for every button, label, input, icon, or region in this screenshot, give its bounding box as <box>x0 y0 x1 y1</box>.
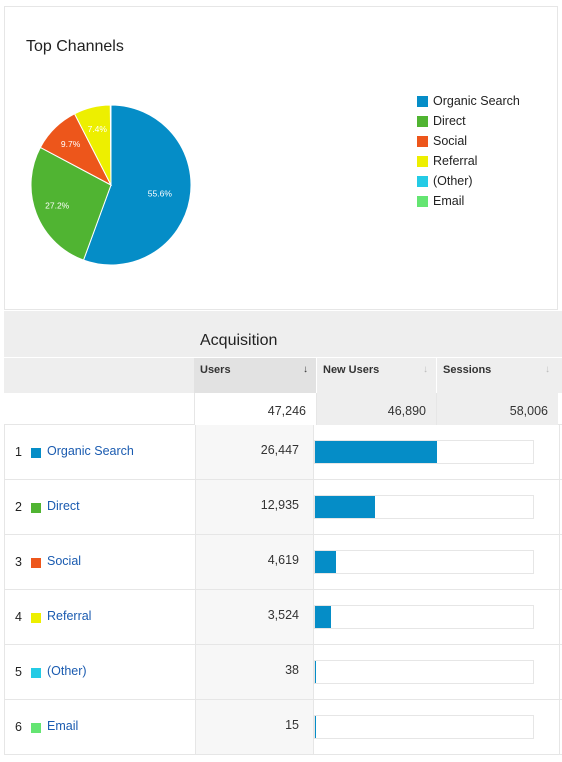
legend-item[interactable]: Email <box>417 191 520 211</box>
pie-data-label: 27.2% <box>45 201 70 211</box>
acquisition-table: Acquisition Users ↓ New Users ↓ Sessions… <box>4 311 562 755</box>
legend-item[interactable]: (Other) <box>417 171 520 191</box>
users-value: 38 <box>285 663 299 677</box>
users-bar-track <box>314 715 534 739</box>
row-divider <box>559 535 560 589</box>
legend-label: Social <box>433 134 468 148</box>
channel-link[interactable]: (Other) <box>47 664 87 678</box>
pie-data-label: 7.4% <box>88 124 108 134</box>
channel-color-swatch <box>31 558 41 568</box>
users-cell: 3,524 <box>195 590 314 644</box>
legend-item[interactable]: Organic Search <box>417 91 520 111</box>
legend-label: Organic Search <box>433 94 520 108</box>
total-new-users: 46,890 <box>316 393 436 425</box>
legend-swatch <box>417 95 428 107</box>
table-row: 5 (Other) 38 <box>4 645 562 700</box>
row-divider <box>559 700 560 754</box>
row-divider <box>559 590 560 644</box>
users-bar <box>315 551 337 573</box>
column-header-users[interactable]: Users ↓ <box>194 358 316 394</box>
total-users: 47,246 <box>194 393 316 425</box>
column-header-new-users[interactable]: New Users ↓ <box>316 358 436 394</box>
legend-label: Direct <box>433 114 466 128</box>
total-sessions: 58,006 <box>436 393 558 425</box>
column-header-sessions[interactable]: Sessions ↓ <box>436 358 558 394</box>
card-title: Top Channels <box>26 38 124 55</box>
channel-link[interactable]: Direct <box>47 499 80 513</box>
row-divider <box>559 645 560 699</box>
channel-link[interactable]: Email <box>47 719 78 733</box>
legend-swatch <box>417 135 428 147</box>
pie-data-label: 55.6% <box>148 189 173 199</box>
legend-swatch <box>417 115 428 127</box>
acquisition-header: Acquisition <box>200 332 278 349</box>
users-bar-track <box>314 605 534 629</box>
legend-swatch <box>417 175 428 187</box>
users-cell: 15 <box>195 700 314 754</box>
channel-link[interactable]: Referral <box>47 609 91 623</box>
channel-link[interactable]: Organic Search <box>47 444 134 458</box>
table-row: 1 Organic Search 26,447 <box>4 425 562 480</box>
legend-label: (Other) <box>433 174 473 188</box>
users-cell: 26,447 <box>195 425 314 479</box>
channel-color-swatch <box>31 503 41 513</box>
table-row: 3 Social 4,619 <box>4 535 562 590</box>
channel-color-swatch <box>31 613 41 623</box>
top-channels-card: Top Channels 55.6% 27.2% 9.7% 7.4% Organic … <box>4 6 558 310</box>
legend-swatch <box>417 195 428 207</box>
users-bar <box>315 606 332 628</box>
pie-legend: Organic Search Direct Social Referral (Other… <box>417 91 520 211</box>
users-cell: 4,619 <box>195 535 314 589</box>
users-bar <box>315 716 316 738</box>
table-row: 2 Direct 12,935 <box>4 480 562 535</box>
column-headers: Users ↓ New Users ↓ Sessions ↓ <box>4 357 562 394</box>
table-row: 6 Email 15 <box>4 700 562 755</box>
pie-chart: 55.6% 27.2% 9.7% 7.4% <box>30 104 192 266</box>
users-value: 3,524 <box>267 608 299 622</box>
totals-row: 47,246 46,890 58,006 <box>4 393 562 425</box>
legend-swatch <box>417 155 428 167</box>
users-bar-track <box>314 550 534 574</box>
row-rank: 6 <box>15 720 22 734</box>
row-divider <box>559 425 560 479</box>
users-bar <box>315 661 316 683</box>
table-row: 4 Referral 3,524 <box>4 590 562 645</box>
legend-item[interactable]: Social <box>417 131 520 151</box>
users-bar-track <box>314 660 534 684</box>
channel-link[interactable]: Social <box>47 554 81 568</box>
users-value: 4,619 <box>267 553 299 567</box>
users-value: 12,935 <box>260 498 299 512</box>
legend-label: Email <box>433 194 465 208</box>
users-value: 26,447 <box>260 443 299 457</box>
legend-item[interactable]: Referral <box>417 151 520 171</box>
channel-color-swatch <box>31 723 41 733</box>
pie-data-label: 9.7% <box>61 139 81 149</box>
row-rank: 5 <box>15 665 22 679</box>
row-rank: 4 <box>15 610 22 624</box>
row-rank: 3 <box>15 555 22 569</box>
users-cell: 38 <box>195 645 314 699</box>
users-bar <box>315 496 375 518</box>
users-bar <box>315 441 438 463</box>
legend-item[interactable]: Direct <box>417 111 520 131</box>
channel-color-swatch <box>31 668 41 678</box>
row-divider <box>559 480 560 534</box>
table-group-header: Acquisition <box>4 311 562 357</box>
table-body: 1 Organic Search 26,447 2 Direct 12,935 3 Socia… <box>4 425 562 755</box>
users-value: 15 <box>285 718 299 732</box>
users-bar-track <box>314 495 534 519</box>
users-cell: 12,935 <box>195 480 314 534</box>
row-rank: 1 <box>15 445 22 459</box>
users-bar-track <box>314 440 534 464</box>
sort-arrow-icon[interactable]: ↓ <box>423 364 428 375</box>
sort-arrow-icon[interactable]: ↓ <box>303 364 308 375</box>
legend-label: Referral <box>433 154 478 168</box>
row-rank: 2 <box>15 500 22 514</box>
channel-color-swatch <box>31 448 41 458</box>
sort-arrow-icon[interactable]: ↓ <box>545 364 550 375</box>
